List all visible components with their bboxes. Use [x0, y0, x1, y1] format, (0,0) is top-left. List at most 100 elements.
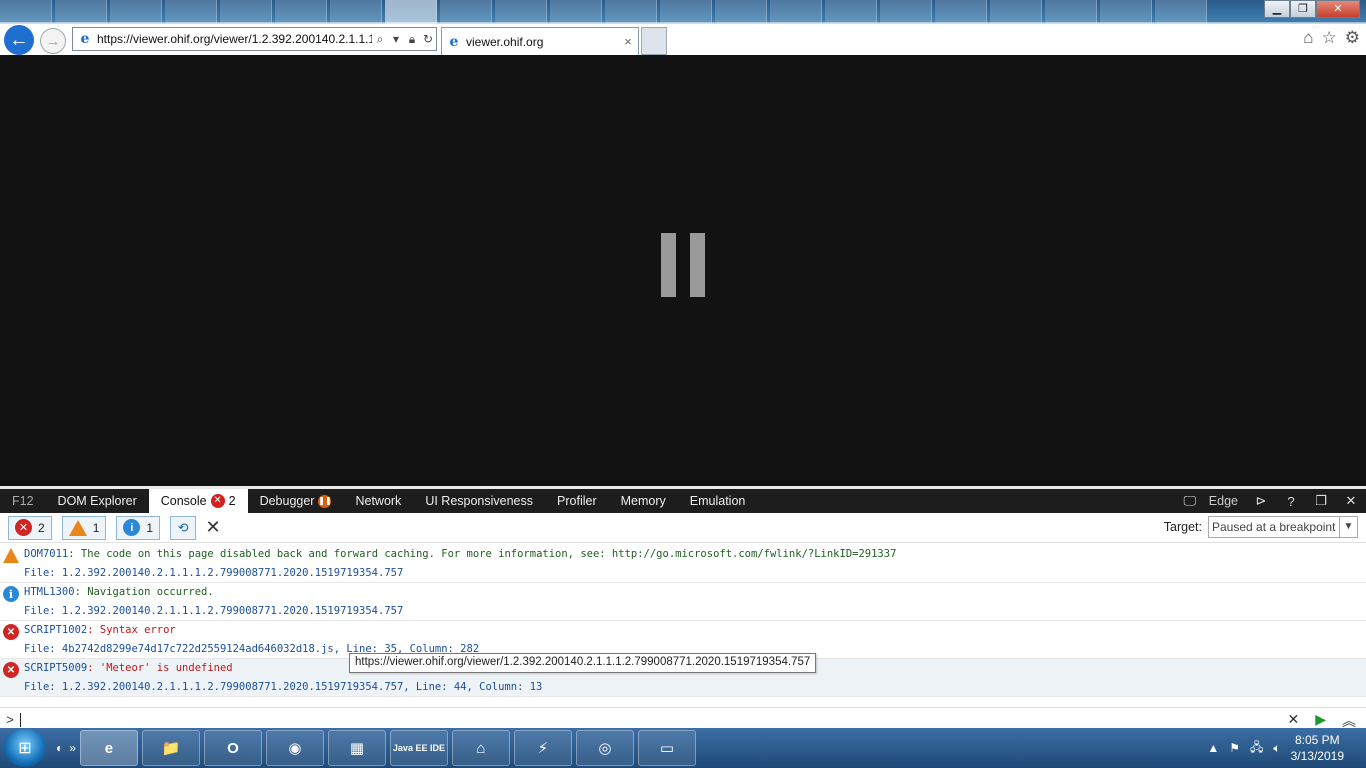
tab-profiler[interactable]: Profiler — [545, 489, 609, 513]
background-tab[interactable] — [495, 0, 547, 26]
background-tab[interactable] — [550, 0, 602, 26]
message-source-link[interactable]: File: 1.2.392.200140.2.1.1.1.2.799008771… — [24, 681, 542, 693]
restore-button[interactable]: ❐ — [1290, 0, 1316, 18]
taskbar-java-ee-ide[interactable]: Java EE IDE — [389, 730, 448, 766]
pause-bar — [661, 233, 676, 297]
network-icon[interactable]: 🖧︎ — [1250, 738, 1263, 759]
close-icon[interactable]: × — [618, 34, 638, 49]
developer-tools: F12 DOM Explorer Console ✕ 2 Debugger ❚❚… — [0, 486, 1366, 730]
address-bar[interactable]: e https://viewer.ohif.org/viewer/1.2.392… — [72, 27, 437, 51]
help-icon[interactable]: ? — [1276, 494, 1306, 509]
tab-console[interactable]: Console ✕ 2 — [148, 489, 248, 513]
url-text[interactable]: https://viewer.ohif.org/viewer/1.2.392.2… — [97, 32, 372, 46]
message-source-link[interactable]: File: 1.2.392.200140.2.1.1.1.2.799008771… — [24, 567, 403, 579]
clear-on-navigate-button[interactable]: ⟲ — [170, 515, 197, 540]
taskbar-internet-explorer[interactable]: e — [79, 730, 138, 766]
message-source-link[interactable]: File: 1.2.392.200140.2.1.1.1.2.799008771… — [24, 605, 403, 617]
background-tab[interactable] — [440, 0, 492, 26]
warnings-count: 1 — [92, 520, 100, 535]
taskbar-chrome[interactable]: ◎ — [575, 730, 634, 766]
taskbar-notepad-plus[interactable]: ⌂ — [451, 730, 510, 766]
tab-debugger[interactable]: Debugger ❚❚ — [248, 489, 344, 513]
browser-chrome: ▁ ❐ ✕ ← → e https://viewer.ohif.org/view… — [0, 0, 1366, 55]
taskbar-network-app[interactable]: ▦ — [327, 730, 386, 766]
navigation-bar: ← → e https://viewer.ohif.org/viewer/1.2… — [0, 24, 1366, 55]
volume-icon[interactable]: 🔈︎ — [1273, 741, 1280, 756]
gear-icon[interactable]: ⚙ — [1345, 28, 1360, 48]
clock-date: 3/13/2019 — [1290, 749, 1344, 763]
background-tab[interactable] — [1100, 0, 1152, 26]
console-toggle-icon[interactable]: ⊳ — [1246, 493, 1276, 509]
dropdown-icon[interactable]: ▾ — [388, 32, 404, 46]
console-message[interactable]: i HTML1300: Navigation occurred. File: 1… — [0, 583, 1366, 621]
console-message[interactable]: DOM7011: The code on this page disabled … — [0, 545, 1366, 583]
background-tab[interactable] — [990, 0, 1042, 26]
search-icon[interactable]: ⌕ — [372, 32, 388, 47]
back-button[interactable]: ← — [4, 25, 34, 55]
monitor-icon[interactable]: 🖵︎ — [1175, 493, 1205, 509]
tab-network[interactable]: Network — [343, 489, 413, 513]
background-tab[interactable] — [220, 0, 272, 26]
window-close-button[interactable]: ✕ — [1316, 0, 1360, 18]
windows-logo-icon: ⊞ — [18, 740, 32, 757]
background-tab[interactable] — [770, 0, 822, 26]
background-tab[interactable] — [275, 0, 327, 26]
document-mode[interactable]: Edge — [1205, 494, 1246, 508]
target-select[interactable]: Paused at a breakpoint ▼ — [1208, 516, 1358, 538]
lock-icon[interactable]: 🔒︎ — [404, 32, 420, 47]
firefox-icon: ◉ — [288, 740, 302, 757]
minimize-button[interactable]: ▁ — [1264, 0, 1290, 18]
background-tab[interactable] — [660, 0, 712, 26]
messages-filter-button[interactable]: i 1 — [116, 515, 161, 540]
background-tab[interactable] — [110, 0, 162, 26]
new-tab-button[interactable] — [641, 27, 667, 55]
message-code: DOM7011 — [24, 548, 69, 560]
close-icon[interactable]: ✕ — [1336, 493, 1366, 509]
devtools-tab-bar: F12 DOM Explorer Console ✕ 2 Debugger ❚❚… — [0, 489, 1366, 513]
chrome-icon: ◎ — [598, 740, 612, 757]
warnings-filter-button[interactable]: 1 — [61, 515, 107, 540]
tab-viewer[interactable]: e viewer.ohif.org × — [441, 27, 639, 55]
language-icon[interactable]: ◐ — [56, 741, 63, 755]
expand-chevron-icon[interactable]: » — [69, 741, 76, 755]
background-tab[interactable] — [605, 0, 657, 26]
taskbar-image-viewer[interactable]: ▭ — [637, 730, 696, 766]
refresh-icon[interactable]: ↻ — [420, 32, 436, 46]
background-tab[interactable] — [1155, 0, 1207, 26]
tab-memory[interactable]: Memory — [609, 489, 678, 513]
start-button[interactable]: ⊞ — [4, 729, 46, 767]
clock[interactable]: 8:05 PM 3/13/2019 — [1291, 732, 1344, 764]
flag-alert-icon[interactable]: ⚑ — [1229, 741, 1240, 755]
star-icon[interactable]: ☆ — [1322, 28, 1337, 48]
background-tab[interactable] — [880, 0, 932, 26]
taskbar-outlook[interactable]: O — [203, 730, 262, 766]
background-tab[interactable] — [825, 0, 877, 26]
background-tab[interactable] — [55, 0, 107, 26]
background-tab[interactable] — [385, 0, 437, 26]
background-tab[interactable] — [0, 0, 52, 26]
show-hidden-icons-icon[interactable]: ▲ — [1207, 741, 1219, 755]
taskbar-firefox[interactable]: ◉ — [265, 730, 324, 766]
home-icon[interactable]: ⌂ — [1303, 28, 1313, 48]
error-icon: ✕ — [210, 494, 225, 508]
tab-ui-responsiveness[interactable]: UI Responsiveness — [413, 489, 545, 513]
tab-dom-explorer[interactable]: DOM Explorer — [46, 489, 149, 513]
errors-filter-button[interactable]: ✕ 2 — [8, 515, 52, 540]
tab-emulation[interactable]: Emulation — [678, 489, 758, 513]
taskbar-file-explorer[interactable]: 📁 — [141, 730, 200, 766]
background-tab[interactable] — [165, 0, 217, 26]
forward-button[interactable]: → — [40, 28, 66, 54]
tab-label: Debugger — [259, 494, 315, 508]
page-viewport — [0, 55, 1366, 486]
windows-taskbar: ⊞ ◐ » e 📁 O ◉ ▦ Java EE IDE ⌂ ⚡ ◎ ▭ ▲ ⚑ … — [0, 728, 1366, 768]
background-tab[interactable] — [715, 0, 767, 26]
background-tab[interactable] — [935, 0, 987, 26]
info-icon: i — [123, 519, 141, 536]
undock-icon[interactable]: ❐ — [1306, 493, 1336, 509]
background-tab[interactable] — [330, 0, 382, 26]
taskbar-putty[interactable]: ⚡ — [513, 730, 572, 766]
background-tab[interactable] — [1045, 0, 1097, 26]
target-value: Paused at a breakpoint — [1212, 520, 1336, 534]
clear-console-button[interactable]: ✕ — [200, 516, 226, 540]
internet-explorer-icon: e — [104, 739, 114, 757]
